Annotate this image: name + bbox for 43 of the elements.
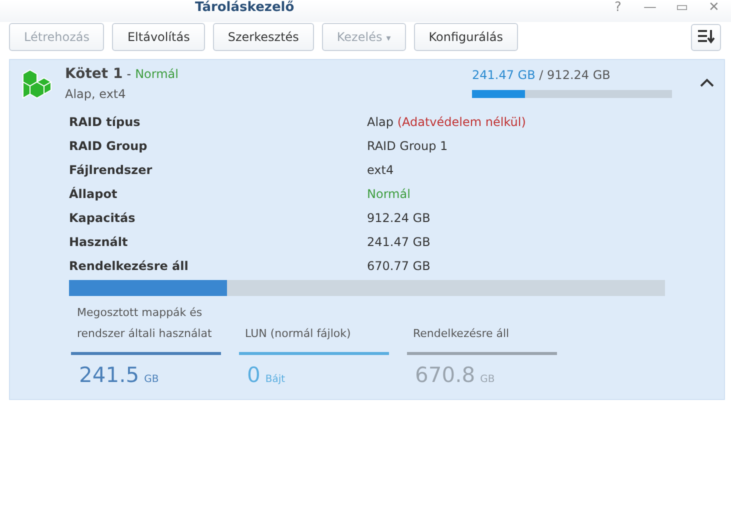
slash-text: / (539, 68, 544, 82)
legend-unit: GB (144, 374, 159, 385)
legend-label: Rendelkezésre áll (412, 326, 510, 342)
detail-value: ext4 (367, 162, 395, 179)
detail-label: Rendelkezésre áll (69, 258, 190, 275)
toolbar-button[interactable]: Szerkesztés (212, 23, 314, 51)
window-title: Tároláskezelő (195, 0, 294, 15)
help-icon[interactable]: ? (609, 0, 627, 15)
legend-value: 0 (247, 363, 260, 387)
detail-value: RAID Group 1 (367, 138, 449, 155)
toolbar-button[interactable]: Konfigurálás (414, 23, 518, 51)
detail-label: Állapot (69, 186, 118, 203)
detail-label: Használt (69, 234, 129, 251)
separator-text: - (126, 67, 132, 81)
volume-name: Kötet 1 (65, 66, 123, 82)
legend-label: LUN (normál fájlok) (244, 326, 352, 342)
total-size: 912.24 GB (547, 68, 610, 82)
detail-value: 912.24 GB (367, 210, 432, 227)
sort-button[interactable] (691, 24, 721, 50)
detail-value: Alap (Adatvédelem nélkül) (367, 114, 527, 131)
cubes-icon (21, 68, 53, 100)
used-size: 241.47 GB (472, 68, 536, 82)
legend-label: Megosztott mappák és rendszer általi használat (76, 305, 213, 342)
detail-label: Fájlrendszer (69, 162, 154, 179)
close-icon[interactable]: ✕ (705, 0, 723, 15)
detail-label: Kapacitás (69, 210, 136, 227)
legend-unit: GB (480, 374, 495, 385)
toolbar-button[interactable]: Eltávolítás (112, 23, 205, 51)
detail-value: 241.47 GB (367, 234, 432, 251)
maximize-icon[interactable]: ▭ (673, 0, 691, 15)
detail-label: RAID típus (69, 114, 142, 131)
legend-value: 670.8 (415, 363, 476, 387)
legend-unit: Bájt (265, 374, 286, 385)
volume-subtitle: Alap, ext4 (65, 87, 127, 101)
detail-value: 670.77 GB (367, 258, 432, 275)
detail-value: Normál (367, 186, 412, 203)
legend-value: 241.5 (79, 363, 140, 387)
sort-icon (697, 28, 715, 44)
volume-status: Normál (135, 67, 178, 81)
chevron-icon[interactable] (700, 78, 714, 87)
minimize-icon[interactable]: — (641, 0, 659, 15)
caret-icon: ▾ (386, 34, 391, 44)
detail-label: RAID Group (69, 138, 148, 155)
